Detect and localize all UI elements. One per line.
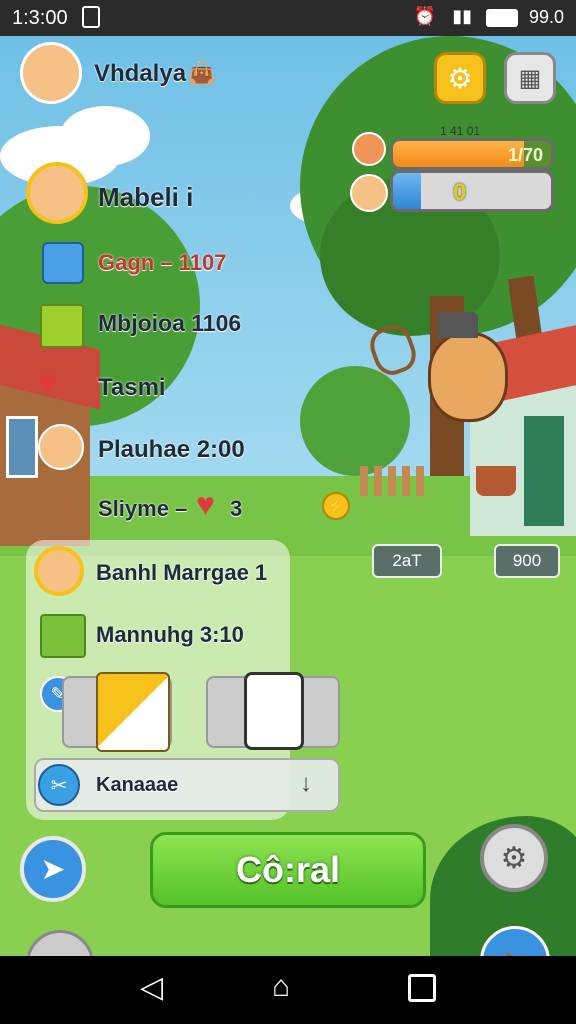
stat-avatar[interactable]: [26, 162, 88, 224]
play-icon: ➤: [40, 852, 66, 886]
scene-chip-right[interactable]: 900: [494, 544, 560, 578]
stat-suffix-6: 3: [230, 496, 243, 521]
gear-icon: ⚙: [500, 841, 528, 875]
orange-progress-bar: 1/70: [390, 138, 554, 170]
blue-progress-value: 0: [453, 179, 467, 206]
scene-chip-left[interactable]: 2aT: [372, 544, 442, 578]
character-helmet: [438, 312, 478, 338]
crate-icon: [40, 304, 84, 348]
tool-icon: ✂: [38, 764, 80, 806]
alarm-icon: ⏰: [413, 6, 436, 26]
blue-progress-bar: 0: [390, 170, 554, 212]
panel-row-2-label[interactable]: Mannuhg 3:10: [96, 622, 244, 648]
cloud: [60, 106, 150, 166]
stat-label-5: Plauhae 2:00: [98, 436, 245, 463]
player-avatar[interactable]: [20, 42, 82, 104]
menu-button[interactable]: ▦: [504, 52, 556, 104]
character-head[interactable]: [428, 332, 508, 422]
blue-progress-fill: [393, 173, 422, 209]
notification-icon: [82, 6, 100, 28]
main-action-button[interactable]: Cô:ral: [150, 832, 426, 908]
tree-foliage: [300, 366, 410, 476]
stat-label-1: Mabeli i: [98, 182, 194, 212]
stat-label-6: Sliyme –: [98, 496, 188, 521]
panel-bottom-label: Kanaaae: [96, 774, 179, 796]
heart-icon: ♥: [196, 486, 215, 522]
back-icon[interactable]: ◁: [140, 970, 163, 1005]
stat-label-2: Gagn – 1107: [98, 250, 227, 275]
arrow-down-icon[interactable]: ↓: [300, 770, 312, 798]
card-icon: [96, 672, 170, 752]
home-icon[interactable]: ⌂: [272, 970, 290, 1004]
status-battery-text: 99.0: [528, 7, 564, 27]
orange-progress-fill: [393, 141, 525, 167]
play-left-button[interactable]: ➤: [20, 836, 86, 902]
coin-icon[interactable]: ⚡: [322, 492, 350, 520]
settings-button[interactable]: ⚙: [434, 52, 486, 104]
house-door: [524, 416, 564, 526]
fence: [360, 466, 430, 496]
box-icon: [40, 614, 86, 658]
panel-row-1-label[interactable]: Banhl Marrgae 1: [96, 560, 267, 586]
grid-icon: ▦: [518, 64, 542, 92]
status-time: 1:3:00: [12, 7, 68, 29]
player-name: Vhdalya: [94, 60, 187, 87]
status-bar: 1:3:00 ⏰ ▮▮ 99.0: [0, 0, 576, 36]
signal-icon: ▮▮: [452, 6, 472, 26]
battery-icon: [486, 9, 518, 27]
gear-icon: ⚙: [447, 62, 473, 94]
pen-icon: [244, 672, 304, 750]
flower-pot: [476, 466, 516, 496]
stat-label-3: Mbjoioa 1106: [98, 310, 242, 336]
android-nav-bar: ◁ ⌂: [0, 956, 576, 1024]
recents-icon[interactable]: [408, 974, 436, 1002]
worker-avatar: [38, 424, 84, 470]
helper-avatar: [350, 174, 388, 212]
bag-icon[interactable]: 👜: [188, 60, 215, 86]
cube-icon: [42, 242, 84, 284]
heart-icon: ♥: [38, 364, 59, 402]
rival-avatar: [352, 132, 386, 166]
bar-caption: 1 41 01: [440, 124, 481, 138]
stat-label-4: Tasmi: [98, 374, 166, 401]
house-window: [6, 416, 38, 478]
orange-progress-value: 1/70: [507, 145, 543, 165]
panel-avatar: [34, 546, 84, 596]
settings-round-button[interactable]: ⚙: [480, 824, 548, 892]
